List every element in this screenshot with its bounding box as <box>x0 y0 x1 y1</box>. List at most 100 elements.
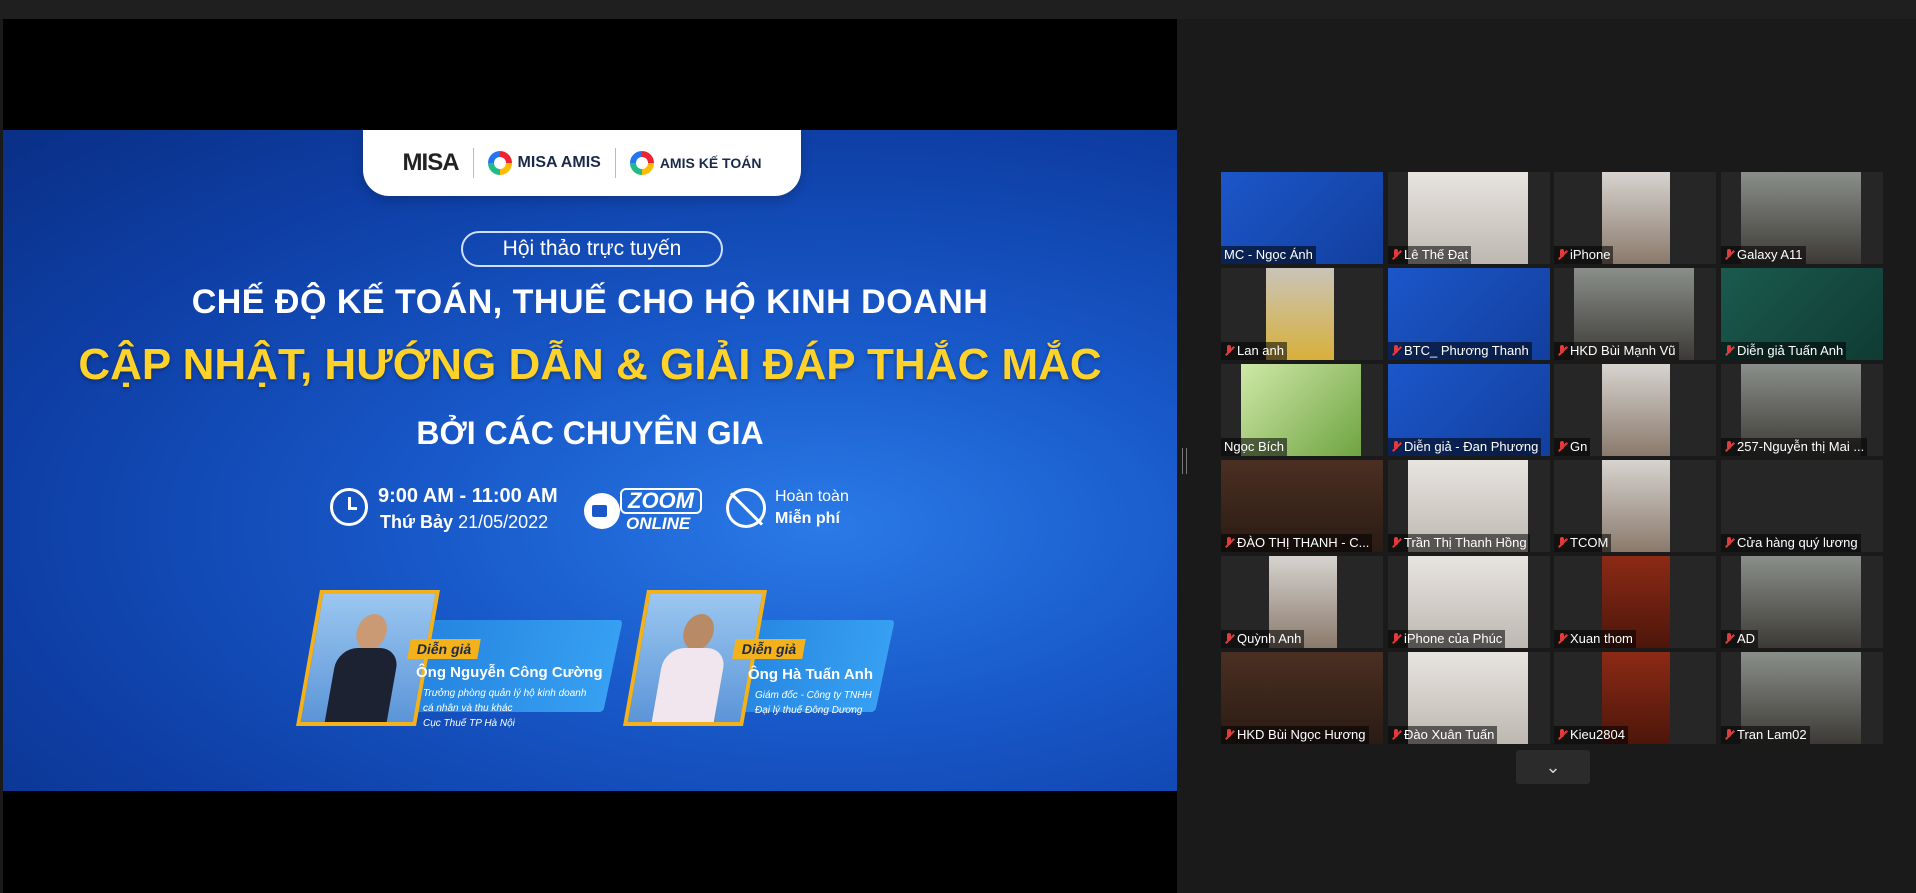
speaker-body <box>650 648 727 726</box>
participant-tile[interactable]: iPhone của Phúc <box>1388 556 1550 648</box>
participant-name-label: HKD Bùi Mạnh Vũ <box>1554 342 1679 360</box>
participant-name: ĐÀO THỊ THANH - C... <box>1237 535 1370 550</box>
speaker-head <box>680 614 717 650</box>
participant-name-label: 257-Nguyễn thị Mai ... <box>1721 438 1868 456</box>
participant-tile[interactable]: BTC_ Phương Thanh <box>1388 268 1550 360</box>
chevron-down-icon: ⌄ <box>1545 757 1561 777</box>
participant-tile[interactable]: Lan anh <box>1221 268 1383 360</box>
ketoan-logo-text: AMIS KẾ TOÁN <box>659 155 762 171</box>
window-top-bar <box>0 0 1916 19</box>
participant-video <box>1741 556 1861 648</box>
participant-tile[interactable]: Kieu2804 <box>1554 652 1716 744</box>
mic-muted-icon <box>1557 345 1567 357</box>
participant-name: Đào Xuân Tuấn <box>1404 727 1495 742</box>
mic-muted-icon <box>1224 345 1234 357</box>
event-date-value: 21/05/2022 <box>458 512 549 532</box>
participant-name: TCOM <box>1570 535 1609 550</box>
misa-amis-logo: MISA AMIS <box>487 151 601 175</box>
participant-name: Diễn giả - Đan Phương <box>1404 439 1539 454</box>
participant-tile[interactable]: Xuan thom <box>1554 556 1716 648</box>
mic-muted-icon <box>1724 729 1734 741</box>
participant-tile[interactable]: Galaxy A11 <box>1721 172 1883 264</box>
gallery-next-page-button[interactable]: ⌄ <box>1516 750 1590 784</box>
event-weekday: Thứ Bảy <box>380 512 454 532</box>
participant-name: Trần Thị Thanh Hồng <box>1404 535 1527 550</box>
participant-tile[interactable]: Lê Thế Đạt <box>1388 172 1550 264</box>
speaker-desc-line: Giám đốc - Công ty TNHH <box>755 690 872 701</box>
event-badge: Hội thảo trực tuyến <box>461 231 723 267</box>
participant-name-label: Quỳnh Anh <box>1221 630 1305 648</box>
presentation-slide: MISA MISA AMIS AMIS KẾ TOÁN Hội thảo trự… <box>3 130 1177 791</box>
mic-muted-icon <box>1391 345 1401 357</box>
participant-tile[interactable]: Diễn giả - Đan Phương <box>1388 364 1550 456</box>
participant-name-label: MC - Ngọc Ánh <box>1221 246 1316 264</box>
mic-muted-icon <box>1724 345 1734 357</box>
participant-tile[interactable]: Diễn giả Tuấn Anh <box>1721 268 1883 360</box>
participant-tile[interactable]: MC - Ngọc Ánh <box>1221 172 1383 264</box>
participant-tile[interactable]: ĐÀO THỊ THANH - C... <box>1221 460 1383 552</box>
mic-muted-icon <box>1391 729 1401 741</box>
participant-name-label: Tran Lam02 <box>1721 726 1810 744</box>
free-line1: Hoàn toàn <box>775 488 849 505</box>
participant-name-label: Ngọc Bích <box>1221 438 1287 456</box>
video-camera-icon <box>584 493 620 529</box>
participant-name-label: AD <box>1721 630 1759 648</box>
participant-tile[interactable]: Quỳnh Anh <box>1221 556 1383 648</box>
participant-name: 257-Nguyễn thị Mai ... <box>1737 439 1865 454</box>
speaker-desc: Giám đốc - Công ty TNHH Đại lý thuế Đông… <box>755 688 872 718</box>
speaker-desc: Trưởng phòng quản lý hộ kinh doanh cá nh… <box>423 686 586 731</box>
participant-name: Galaxy A11 <box>1737 247 1803 262</box>
participant-tile[interactable]: Trần Thị Thanh Hồng <box>1388 460 1550 552</box>
participant-tile[interactable]: iPhone <box>1554 172 1716 264</box>
event-time: 9:00 AM - 11:00 AM <box>378 485 558 507</box>
participant-tile[interactable]: HKD Bùi Ngọc Hương <box>1221 652 1383 744</box>
mic-muted-icon <box>1224 729 1234 741</box>
participant-name: Cửa hàng quý lương <box>1737 535 1858 550</box>
participant-video <box>1602 364 1670 456</box>
participant-tile[interactable]: Đào Xuân Tuấn <box>1388 652 1550 744</box>
mic-muted-icon <box>1224 633 1234 645</box>
slide-title-line2: CẬP NHẬT, HƯỚNG DẪN & GIẢI ĐÁP THẮC MẮC <box>78 340 1102 389</box>
participant-tile[interactable]: TCOM <box>1554 460 1716 552</box>
participant-name: Gn <box>1570 439 1588 454</box>
shared-screen: MISA MISA AMIS AMIS KẾ TOÁN Hội thảo trự… <box>3 19 1177 893</box>
speaker-desc-line: cá nhân và thu khác <box>423 703 513 714</box>
mic-muted-icon <box>1724 441 1734 453</box>
participant-name: HKD Bùi Ngọc Hương <box>1237 727 1366 742</box>
participant-name-label: Xuan thom <box>1554 630 1636 648</box>
zoom-online-label: ONLINE <box>626 514 691 533</box>
speaker-name: Ông Hà Tuấn Anh <box>748 666 873 683</box>
participant-name-label: Kieu2804 <box>1554 726 1628 744</box>
participant-name: Quỳnh Anh <box>1237 631 1302 646</box>
logo-divider <box>472 148 474 178</box>
participant-tile[interactable]: HKD Bùi Mạnh Vũ <box>1554 268 1716 360</box>
participant-name-label: TCOM <box>1554 534 1612 552</box>
participant-tile[interactable]: 257-Nguyễn thị Mai ... <box>1721 364 1883 456</box>
mic-muted-icon <box>1557 441 1567 453</box>
participant-name-label: Lan anh <box>1221 342 1287 360</box>
slide-title-line3: BỞI CÁC CHUYÊN GIA <box>416 415 764 451</box>
slide-title-line1: CHẾ ĐỘ KẾ TOÁN, THUẾ CHO HỘ KINH DOANH <box>191 283 989 321</box>
participant-name: MC - Ngọc Ánh <box>1224 247 1313 262</box>
participant-tile[interactable]: AD <box>1721 556 1883 648</box>
participant-name: iPhone của Phúc <box>1404 631 1503 646</box>
participant-name-label: iPhone <box>1554 246 1614 264</box>
free-ticket-icon <box>726 488 766 528</box>
mic-muted-icon <box>1724 537 1734 549</box>
logo-divider <box>614 148 616 178</box>
mic-muted-icon <box>1557 633 1567 645</box>
participant-tile[interactable]: Cửa hàng quý lương <box>1721 460 1883 552</box>
clock-icon <box>330 488 368 526</box>
participant-tile[interactable]: Tran Lam02 <box>1721 652 1883 744</box>
resize-handle[interactable] <box>1182 448 1187 474</box>
amis-ketoan-logo: AMIS KẾ TOÁN <box>629 151 762 175</box>
free-line2: Miễn phí <box>775 510 840 527</box>
speaker-tag: Diễn giả <box>732 639 807 659</box>
speaker-avatar <box>323 614 403 726</box>
participant-tile[interactable]: Ngọc Bích <box>1221 364 1383 456</box>
mic-muted-icon <box>1224 537 1234 549</box>
mic-muted-icon <box>1557 537 1567 549</box>
ketoan-ring-icon <box>629 151 654 175</box>
participant-tile[interactable]: Gn <box>1554 364 1716 456</box>
participant-name: Ngọc Bích <box>1224 439 1284 454</box>
